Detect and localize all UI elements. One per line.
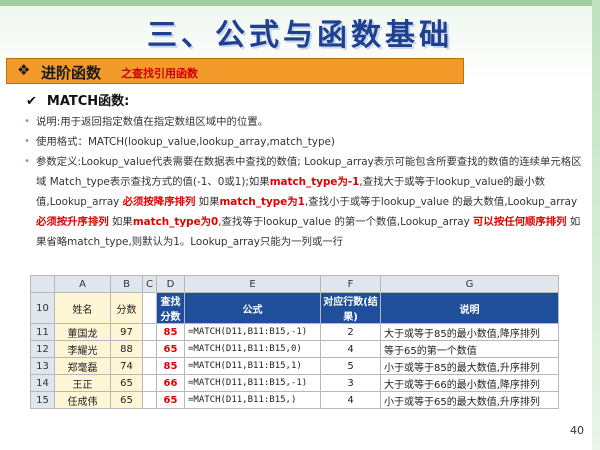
column-header: 姓名 bbox=[54, 292, 111, 324]
row-number: 14 bbox=[30, 374, 55, 392]
formula-cell: =MATCH(D11,B11:B15,1) bbox=[184, 357, 321, 375]
column-header bbox=[142, 292, 157, 324]
description-cell: 大于或等于85的最小数值,降序排列 bbox=[380, 323, 559, 341]
formula-cell: =MATCH(D11,B11:B15,-1) bbox=[184, 323, 321, 341]
function-name: MATCH函数: bbox=[46, 94, 130, 109]
table-row: 13 郑毫磊 74 85 =MATCH(D11,B11:B15,1) 5 小于或等于85的最… bbox=[30, 357, 559, 375]
column-letter: D bbox=[156, 275, 185, 293]
row-number: 10 bbox=[30, 292, 55, 324]
highlight-text: match_type为1 bbox=[219, 196, 305, 208]
formula-cell: =MATCH(D11,B11:B15,-1) bbox=[184, 374, 321, 392]
column-letter: F bbox=[320, 275, 381, 293]
formula-cell: =MATCH(D11,B11:B15,) bbox=[184, 391, 321, 409]
table-row: 11 董国龙 97 85 =MATCH(D11,B11:B15,-1) 2 大于或等于85的… bbox=[30, 323, 559, 341]
formula-cell: =MATCH(D11,B11:B15,0) bbox=[184, 340, 321, 358]
spreadsheet: A B C D E F G 10 姓名 分数 查找分数 公式 对应行数(结果) 说明 11 董国龙 97 85 =M… bbox=[30, 275, 559, 409]
slide: 三、公式与函数基础 ❖ 进阶函数 之查找引用函数 ✔ MATCH函数: • 说明:用… bbox=[0, 0, 600, 450]
score-cell: 65 bbox=[110, 391, 143, 409]
bullet-dot-icon: • bbox=[24, 136, 30, 147]
result-cell: 3 bbox=[320, 374, 381, 392]
result-cell: 2 bbox=[320, 323, 381, 341]
score-cell: 74 bbox=[110, 357, 143, 375]
lookup-value-cell: 65 bbox=[156, 340, 185, 358]
spacer-cell bbox=[142, 340, 157, 358]
score-cell: 97 bbox=[110, 323, 143, 341]
column-letter: G bbox=[380, 275, 559, 293]
table-row: 12 李耀光 88 65 =MATCH(D11,B11:B15,0) 4 等于65的第一个数… bbox=[30, 340, 559, 358]
highlight-text: 必须按升序排列 bbox=[36, 216, 109, 228]
bullet-text: ,查找小于或等于lookup_value 的最大数值,Lookup_array bbox=[304, 196, 578, 208]
lookup-value-cell: 85 bbox=[156, 357, 185, 375]
highlight-text: 必须按降序排列 bbox=[122, 196, 196, 208]
bullet-list: • 说明:用于返回指定数值在指定数组区域中的位置。 • 使用格式：MATCH(look… bbox=[24, 112, 584, 252]
column-letter: A bbox=[54, 275, 111, 293]
bullet-item: • 说明:用于返回指定数值在指定数组区域中的位置。 bbox=[24, 112, 584, 132]
score-cell: 88 bbox=[110, 340, 143, 358]
description-cell: 大于或等于66的最小数值,降序排列 bbox=[380, 374, 559, 392]
lookup-value-cell: 65 bbox=[156, 391, 185, 409]
column-letter: B bbox=[110, 275, 143, 293]
column-letter: C bbox=[142, 275, 157, 293]
section-subtitle: 之查找引用函数 bbox=[121, 67, 198, 80]
name-cell: 任成伟 bbox=[54, 391, 111, 409]
column-header-row: ABCDEFG bbox=[30, 275, 559, 293]
result-cell: 5 bbox=[320, 357, 381, 375]
lookup-value-cell: 66 bbox=[156, 374, 185, 392]
name-cell: 郑毫磊 bbox=[54, 357, 111, 375]
bullet-dot-icon: • bbox=[24, 156, 30, 167]
right-decoration bbox=[592, 0, 600, 450]
spacer-cell bbox=[142, 391, 157, 409]
row-number: 15 bbox=[30, 391, 55, 409]
bullet-dot-icon: • bbox=[24, 116, 30, 127]
spacer-cell bbox=[142, 357, 157, 375]
column-header: 查找分数 bbox=[156, 292, 185, 324]
top-decoration bbox=[0, 0, 600, 6]
description-cell: 小于或等于85的最大数值,升序排列 bbox=[380, 357, 559, 375]
highlight-text: match_type为0 bbox=[132, 216, 219, 228]
description-cell: 等于65的第一个数值 bbox=[380, 340, 559, 358]
name-cell: 王正 bbox=[54, 374, 111, 392]
spacer-cell bbox=[142, 323, 157, 341]
slide-title: 三、公式与函数基础 bbox=[147, 18, 453, 53]
bullet-item: • 参数定义:Lookup_value代表需要在数据表中查找的数值; Lookup… bbox=[24, 152, 584, 252]
highlight-text: match_type为-1 bbox=[269, 176, 360, 188]
bullet-text: 如果 bbox=[108, 216, 133, 228]
highlight-text: 可以按任何顺序排列 bbox=[473, 216, 567, 228]
spacer-cell bbox=[142, 374, 157, 392]
bullet-item: • 使用格式：MATCH(lookup_value,lookup_array,ma… bbox=[24, 132, 584, 152]
row-number: 11 bbox=[30, 323, 55, 341]
column-header: 对应行数(结果) bbox=[320, 292, 381, 324]
diamond-bullet-icon: ❖ bbox=[17, 61, 31, 79]
bullet-text: ,查找等于lookup_value 的第一个数值,Lookup_array bbox=[218, 216, 474, 228]
section-bar: ❖ 进阶函数 之查找引用函数 bbox=[6, 58, 464, 84]
function-heading: ✔ MATCH函数: bbox=[26, 90, 129, 109]
checkmark-icon: ✔ bbox=[26, 94, 37, 109]
name-cell: 李耀光 bbox=[54, 340, 111, 358]
row-number: 13 bbox=[30, 357, 55, 375]
table-header-row: 10 姓名 分数 查找分数 公式 对应行数(结果) 说明 bbox=[30, 292, 559, 324]
column-header: 公式 bbox=[184, 292, 321, 324]
section-title: 进阶函数 bbox=[41, 64, 102, 82]
bullet-text: 如果 bbox=[195, 196, 220, 208]
score-cell: 65 bbox=[110, 374, 143, 392]
result-cell: 4 bbox=[320, 391, 381, 409]
column-header: 说明 bbox=[380, 292, 559, 324]
result-cell: 4 bbox=[320, 340, 381, 358]
table-row: 15 任成伟 65 65 =MATCH(D11,B11:B15,) 4 小于或等于65的最大… bbox=[30, 391, 559, 409]
description-cell: 小于或等于65的最大数值,升序排列 bbox=[380, 391, 559, 409]
corner-cell bbox=[30, 275, 55, 293]
name-cell: 董国龙 bbox=[54, 323, 111, 341]
column-header: 分数 bbox=[110, 292, 143, 324]
lookup-value-cell: 85 bbox=[156, 323, 185, 341]
bullet-text: 使用格式：MATCH(lookup_value,lookup_array,mat… bbox=[36, 136, 335, 148]
bullet-text: 说明:用于返回指定数值在指定数组区域中的位置。 bbox=[36, 116, 269, 128]
row-number: 12 bbox=[30, 340, 55, 358]
column-letter: E bbox=[184, 275, 321, 293]
table-row: 14 王正 65 66 =MATCH(D11,B11:B15,-1) 3 大于或等于66的最… bbox=[30, 374, 559, 392]
page-number: 40 bbox=[570, 424, 584, 437]
